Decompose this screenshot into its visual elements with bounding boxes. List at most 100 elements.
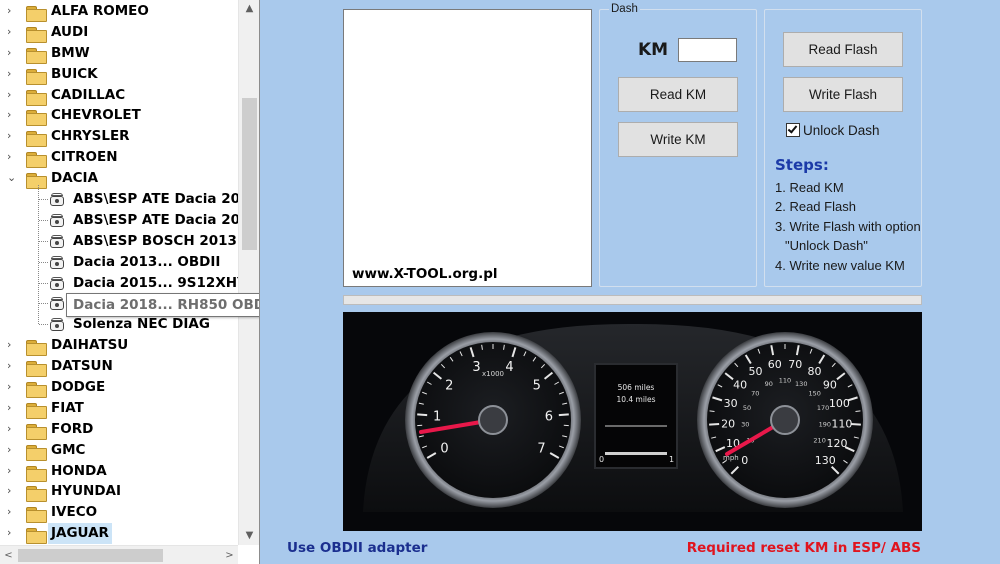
read-flash-button[interactable]: Read Flash — [783, 32, 903, 67]
expand-arrow-icon[interactable]: › — [7, 335, 17, 356]
expand-arrow-icon[interactable]: › — [7, 398, 17, 419]
expand-arrow-icon[interactable]: › — [7, 502, 17, 523]
operation-progress-bar — [343, 295, 922, 305]
tree-item-label: BUICK — [51, 65, 98, 82]
tree-folder-item[interactable]: › BUICK — [0, 64, 238, 85]
tree-folder-item[interactable]: › DATSUN — [0, 356, 238, 378]
write-flash-button[interactable]: Write Flash — [783, 77, 903, 112]
tree-folder-item[interactable]: › HONDA — [0, 461, 238, 482]
speedo-label: 70 — [788, 358, 802, 371]
expand-arrow-icon[interactable]: › — [7, 64, 17, 85]
expand-arrow-icon[interactable]: › — [7, 105, 17, 126]
kmh-label: 90 — [765, 380, 773, 388]
expand-arrow-icon[interactable]: › — [7, 523, 17, 544]
tree-tooltip: Dacia 2018... RH850 OBDII — [66, 293, 259, 317]
tree-connector — [39, 261, 48, 263]
reset-km-warning: Required reset KM in ESP/ ABS — [686, 540, 921, 556]
tree-folder-item[interactable]: › CHRYSLER — [0, 126, 238, 148]
tree-item-label: DODGE — [51, 379, 106, 396]
tree-module-item[interactable]: ABS\ESP ATE Dacia 20 — [0, 210, 238, 231]
lcd-odometer: 506 miles — [618, 383, 655, 392]
collapse-arrow-icon[interactable]: ⌄ — [7, 168, 17, 189]
tree-item-label: FORD — [51, 420, 94, 437]
tach-multiplier: x1000 — [482, 370, 504, 378]
unlock-dash-label[interactable]: Unlock Dash — [803, 123, 880, 138]
tree-folder-item[interactable]: › DODGE — [0, 377, 238, 399]
scroll-down-icon[interactable]: ▼ — [239, 527, 259, 544]
scroll-up-icon[interactable]: ▲ — [239, 0, 259, 17]
tach-label: 3 — [472, 360, 480, 375]
tree-module-item[interactable]: Solenza NEC DIAG — [0, 314, 238, 335]
folder-icon — [26, 423, 47, 440]
tree-module-item[interactable]: Dacia 2015... 9S12XHY — [0, 273, 238, 294]
write-km-button[interactable]: Write KM — [618, 122, 738, 157]
tach-label: 6 — [545, 409, 553, 424]
kmh-label: 190 — [819, 421, 831, 429]
tree-folder-item[interactable]: › ALFA ROMEO — [0, 1, 238, 22]
tree-connector — [39, 324, 48, 326]
speedo-unit: mph — [723, 454, 739, 462]
step-line: "Unlock Dash" — [785, 238, 868, 253]
expand-arrow-icon[interactable]: › — [7, 440, 17, 461]
tree-module-item[interactable]: Dacia 2013... OBDII — [0, 252, 238, 273]
scroll-left-icon[interactable]: < — [0, 546, 17, 564]
expand-arrow-icon[interactable]: › — [7, 85, 17, 106]
lcd-trip: 10.4 miles — [616, 395, 655, 404]
tree-folder-item[interactable]: › CITROEN — [0, 147, 238, 169]
tree-folder-item[interactable]: › AUDI — [0, 22, 238, 43]
tree-module-item[interactable]: ABS\ESP ATE Dacia 20 — [0, 189, 238, 210]
tree-folder-item[interactable]: › CHEVROLET — [0, 105, 238, 127]
steps-title: Steps: — [775, 156, 829, 174]
folder-icon — [26, 131, 47, 148]
module-icon — [49, 318, 65, 332]
kmh-label: 70 — [751, 390, 759, 398]
tree-item-label: ABS\ESP ATE Dacia 20 — [73, 191, 238, 208]
tree-vertical-scrollbar[interactable]: ▲ ▼ — [238, 0, 259, 545]
km-input[interactable] — [678, 38, 737, 62]
tree-folder-item[interactable]: › JAGUAR — [0, 523, 238, 544]
tree-item-label: Dacia 2015... 9S12XHY — [73, 274, 238, 291]
tree-folder-item[interactable]: › FORD — [0, 419, 238, 440]
vertical-scroll-thumb[interactable] — [242, 98, 257, 250]
module-icon — [49, 234, 65, 249]
tree-folder-item[interactable]: › CADILLAC — [0, 85, 238, 106]
tree-folder-item[interactable]: › DAIHATSU — [0, 335, 238, 357]
tree-folder-item[interactable]: › FIAT — [0, 398, 238, 419]
module-icon — [49, 213, 65, 228]
tree-guide-line — [38, 185, 39, 325]
expand-arrow-icon[interactable]: › — [7, 461, 17, 482]
folder-icon — [26, 507, 47, 524]
tree-connector — [39, 282, 48, 284]
folder-icon — [26, 486, 47, 503]
tree-folder-item[interactable]: › BMW — [0, 43, 238, 64]
tree-item-label: JAGUAR — [48, 523, 112, 544]
expand-arrow-icon[interactable]: › — [7, 147, 17, 168]
tree-folder-item[interactable]: ⌄ DACIA — [0, 168, 238, 190]
read-km-button[interactable]: Read KM — [618, 77, 738, 112]
folder-icon — [26, 89, 47, 106]
unlock-dash-checkbox[interactable] — [786, 123, 800, 137]
expand-arrow-icon[interactable]: › — [7, 126, 17, 147]
folder-icon — [26, 173, 47, 190]
step-line: 2. Read Flash — [775, 199, 856, 214]
tree-item-label: ALFA ROMEO — [51, 3, 149, 19]
vehicle-tree[interactable]: › ALFA ROMEO › AUDI › BMW › BUICK › CADILLAC › CHEV… — [0, 1, 238, 544]
center-display: 506 miles 10.4 miles 0 1 — [594, 363, 678, 469]
expand-arrow-icon[interactable]: › — [7, 419, 17, 440]
kmh-label: 210 — [813, 437, 825, 445]
expand-arrow-icon[interactable]: › — [7, 356, 17, 377]
tree-folder-item[interactable]: › IVECO — [0, 502, 238, 524]
expand-arrow-icon[interactable]: › — [7, 22, 17, 43]
expand-arrow-icon[interactable]: › — [7, 481, 17, 502]
horizontal-scroll-thumb[interactable] — [18, 549, 163, 562]
scroll-right-icon[interactable]: > — [221, 546, 238, 564]
tree-module-item[interactable]: ABS\ESP BOSCH 2013 — [0, 231, 238, 252]
expand-arrow-icon[interactable]: › — [7, 1, 17, 22]
tree-horizontal-scrollbar[interactable]: < > — [0, 545, 238, 564]
tree-folder-item[interactable]: › GMC — [0, 440, 238, 461]
fuel-full-label: 1 — [669, 455, 674, 464]
expand-arrow-icon[interactable]: › — [7, 377, 17, 398]
expand-arrow-icon[interactable]: › — [7, 43, 17, 64]
tree-connector — [39, 240, 48, 242]
tree-folder-item[interactable]: › HYUNDAI — [0, 481, 238, 503]
